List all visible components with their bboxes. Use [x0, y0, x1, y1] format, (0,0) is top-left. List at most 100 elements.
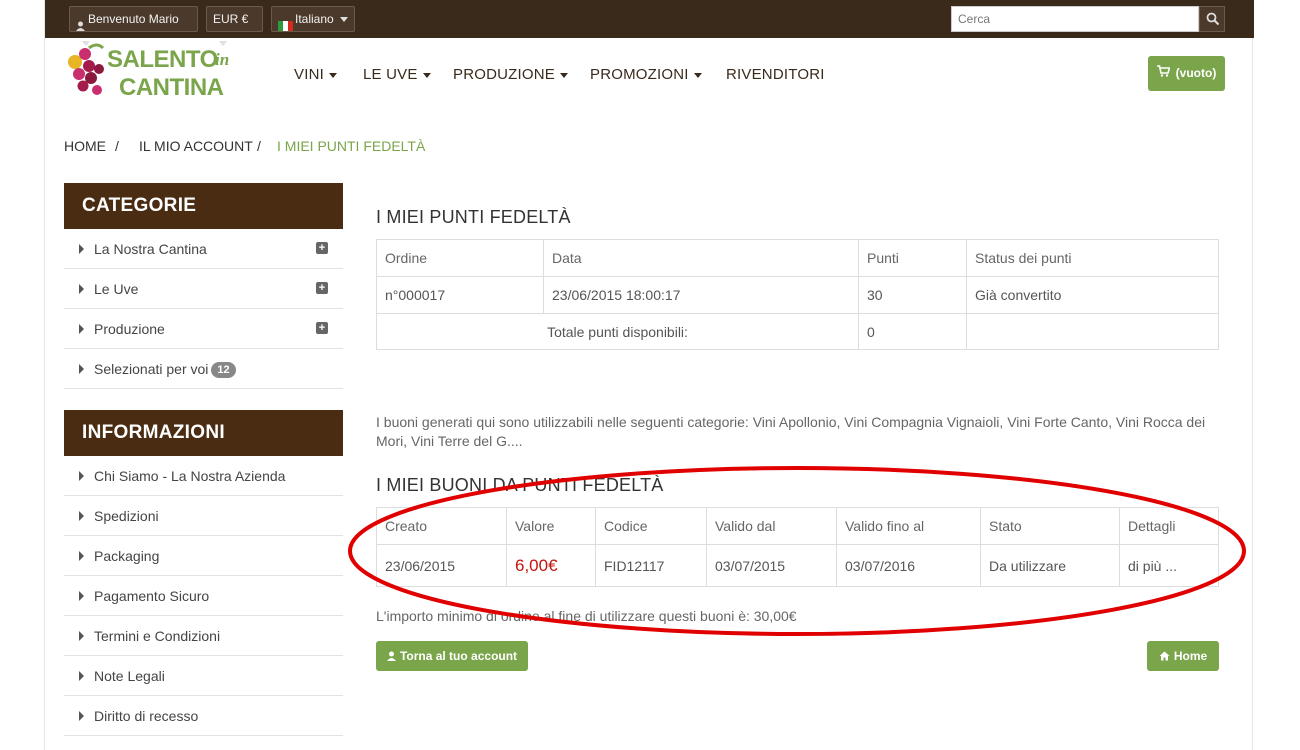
italy-flag-icon	[278, 15, 293, 31]
caret-right-icon	[79, 284, 84, 294]
table-row: 23/06/2015 6,00€ FID12117 03/07/2015 03/…	[376, 544, 1219, 587]
caret-right-icon	[79, 591, 84, 601]
user-icon	[76, 15, 85, 32]
table-cell	[966, 313, 1219, 350]
sidebar-item-pagamento-sicuro[interactable]: Pagamento Sicuro	[64, 576, 343, 616]
cart-icon	[1156, 56, 1171, 91]
currency-menu-button[interactable]: EUR €	[206, 6, 263, 47]
chevron-down-icon	[560, 72, 569, 78]
sidebar-item-spedizioni[interactable]: Spedizioni	[64, 496, 343, 536]
sidebar-item-termini[interactable]: Termini e Condizioni	[64, 616, 343, 656]
sidebar-item-selezionati[interactable]: Selezionati per voi 12	[64, 349, 343, 389]
breadcrumb-my-account[interactable]: IL MIO ACCOUNT	[139, 138, 253, 154]
back-to-account-label: Torna al tuo account	[399, 649, 518, 663]
home-icon	[1159, 642, 1170, 672]
table-cell: 30	[858, 276, 967, 314]
voucher-code: FID12117	[595, 544, 707, 587]
table-cell: n°000017	[376, 276, 544, 314]
language-menu-button[interactable]: Italiano	[271, 6, 355, 32]
count-badge: 12	[211, 362, 236, 379]
chevron-down-icon	[422, 72, 431, 78]
sidebar-item-diritto-recesso[interactable]: Diritto di recesso	[64, 696, 343, 736]
column-header: Data	[543, 239, 859, 277]
table-cell: 03/07/2016	[836, 544, 981, 587]
column-header: Stato	[980, 507, 1120, 545]
sidebar-item-note-legali[interactable]: Note Legali	[64, 656, 343, 696]
chevron-down-icon	[339, 17, 348, 23]
total-value: 0	[858, 313, 967, 350]
logo-text-in: in	[215, 50, 230, 69]
user-menu-label: Benvenuto Mario	[88, 12, 179, 26]
caret-right-icon	[79, 671, 84, 681]
table-header-row: Creato Valore Codice Valido dal Valido f…	[376, 507, 1219, 545]
sidebar-item-produzione[interactable]: Produzione +	[64, 309, 343, 349]
table-header-row: Ordine Data Punti Status dei punti	[376, 239, 1219, 277]
details-link[interactable]: di più ...	[1119, 544, 1219, 587]
currency-label: EUR €	[213, 12, 249, 26]
caret-right-icon	[79, 631, 84, 641]
user-menu-button[interactable]: Benvenuto Mario	[69, 6, 198, 47]
chevron-down-icon	[693, 72, 702, 78]
points-table: Ordine Data Punti Status dei punti n°000…	[376, 239, 1219, 350]
sidebar-item-le-uve[interactable]: Le Uve +	[64, 269, 343, 309]
sidebar-item-packaging[interactable]: Packaging	[64, 536, 343, 576]
breadcrumb-separator: /	[257, 138, 261, 154]
site-logo[interactable]: SALENTO in CANTINA	[63, 42, 243, 104]
cart-label: (vuoto)	[1175, 66, 1217, 80]
breadcrumb-current: I MIEI PUNTI FEDELTÀ	[277, 138, 426, 154]
back-to-account-button[interactable]: Torna al tuo account	[376, 641, 528, 671]
points-title: I MIEI PUNTI FEDELTÀ	[376, 207, 571, 227]
sidebar-categorie-title: CATEGORIE	[64, 183, 343, 229]
search-input[interactable]	[951, 6, 1199, 32]
page: Benvenuto Mario EUR € Italiano Cerca SAL…	[44, 0, 1254, 750]
nav-promozioni[interactable]: PROMOZIONI	[590, 66, 702, 83]
plus-square-icon[interactable]: +	[316, 282, 328, 294]
categories-note: I buoni generati qui sono utilizzabili n…	[376, 414, 1206, 449]
voucher-value: 6,00€	[506, 544, 596, 587]
vouchers-title: I MIEI BUONI DA PUNTI FEDELTÀ	[376, 475, 664, 495]
sidebar-item-label: Termini e Condizioni	[94, 628, 221, 644]
search-icon	[1206, 12, 1220, 31]
column-header: Status dei punti	[966, 239, 1219, 277]
search-button[interactable]	[1199, 6, 1225, 32]
plus-square-icon[interactable]: +	[316, 322, 328, 334]
sidebar-item-label: Packaging	[94, 548, 160, 564]
sidebar-item-label: Le Uve	[94, 281, 139, 297]
sidebar-informazioni-title: INFORMAZIONI	[64, 410, 343, 456]
nav-vini[interactable]: VINI	[294, 66, 337, 83]
sidebar-item-label: Pagamento Sicuro	[94, 588, 210, 604]
user-icon	[386, 642, 396, 672]
nav-le-uve-label: LE UVE	[363, 66, 418, 83]
table-cell: Già convertito	[966, 276, 1219, 314]
logo-text-cantina: CANTINA	[119, 74, 224, 101]
column-header: Ordine	[376, 239, 544, 277]
sidebar-item-label: Diritto di recesso	[94, 708, 199, 724]
caret-right-icon	[79, 244, 84, 254]
nav-le-uve[interactable]: LE UVE	[363, 66, 431, 83]
nav-produzione[interactable]: PRODUZIONE	[453, 66, 569, 83]
top-bar: Benvenuto Mario EUR € Italiano	[45, 0, 1254, 47]
total-label: Totale punti disponibili:	[376, 313, 859, 350]
min-order-note: L'importo minimo di ordine al fine di ut…	[376, 608, 797, 624]
sidebar-item-label: Selezionati per voi	[94, 361, 209, 377]
column-header: Valido dal	[706, 507, 837, 545]
nav-rivenditori[interactable]: RIVENDITORI	[726, 66, 825, 83]
nav-promozioni-label: PROMOZIONI	[590, 66, 689, 83]
home-button[interactable]: Home	[1147, 641, 1219, 671]
sidebar-item-label: Produzione	[94, 321, 165, 337]
nav-produzione-label: PRODUZIONE	[453, 66, 556, 83]
cart-button[interactable]: (vuoto)	[1148, 56, 1225, 91]
column-header: Codice	[595, 507, 707, 545]
sidebar-item-chi-siamo[interactable]: Chi Siamo - La Nostra Azienda	[64, 456, 343, 496]
sidebar-item-label: Note Legali	[94, 668, 165, 684]
column-header: Punti	[858, 239, 967, 277]
sidebar-item-la-nostra-cantina[interactable]: La Nostra Cantina +	[64, 229, 343, 269]
breadcrumb-home[interactable]: HOME	[64, 138, 106, 154]
nav-vini-label: VINI	[294, 66, 324, 83]
caret-right-icon	[79, 711, 84, 721]
plus-square-icon[interactable]: +	[316, 242, 328, 254]
table-cell: 23/06/2015	[376, 544, 507, 587]
caret-right-icon	[79, 511, 84, 521]
voucher-status: Da utilizzare	[980, 544, 1120, 587]
column-header: Dettagli	[1119, 507, 1219, 545]
